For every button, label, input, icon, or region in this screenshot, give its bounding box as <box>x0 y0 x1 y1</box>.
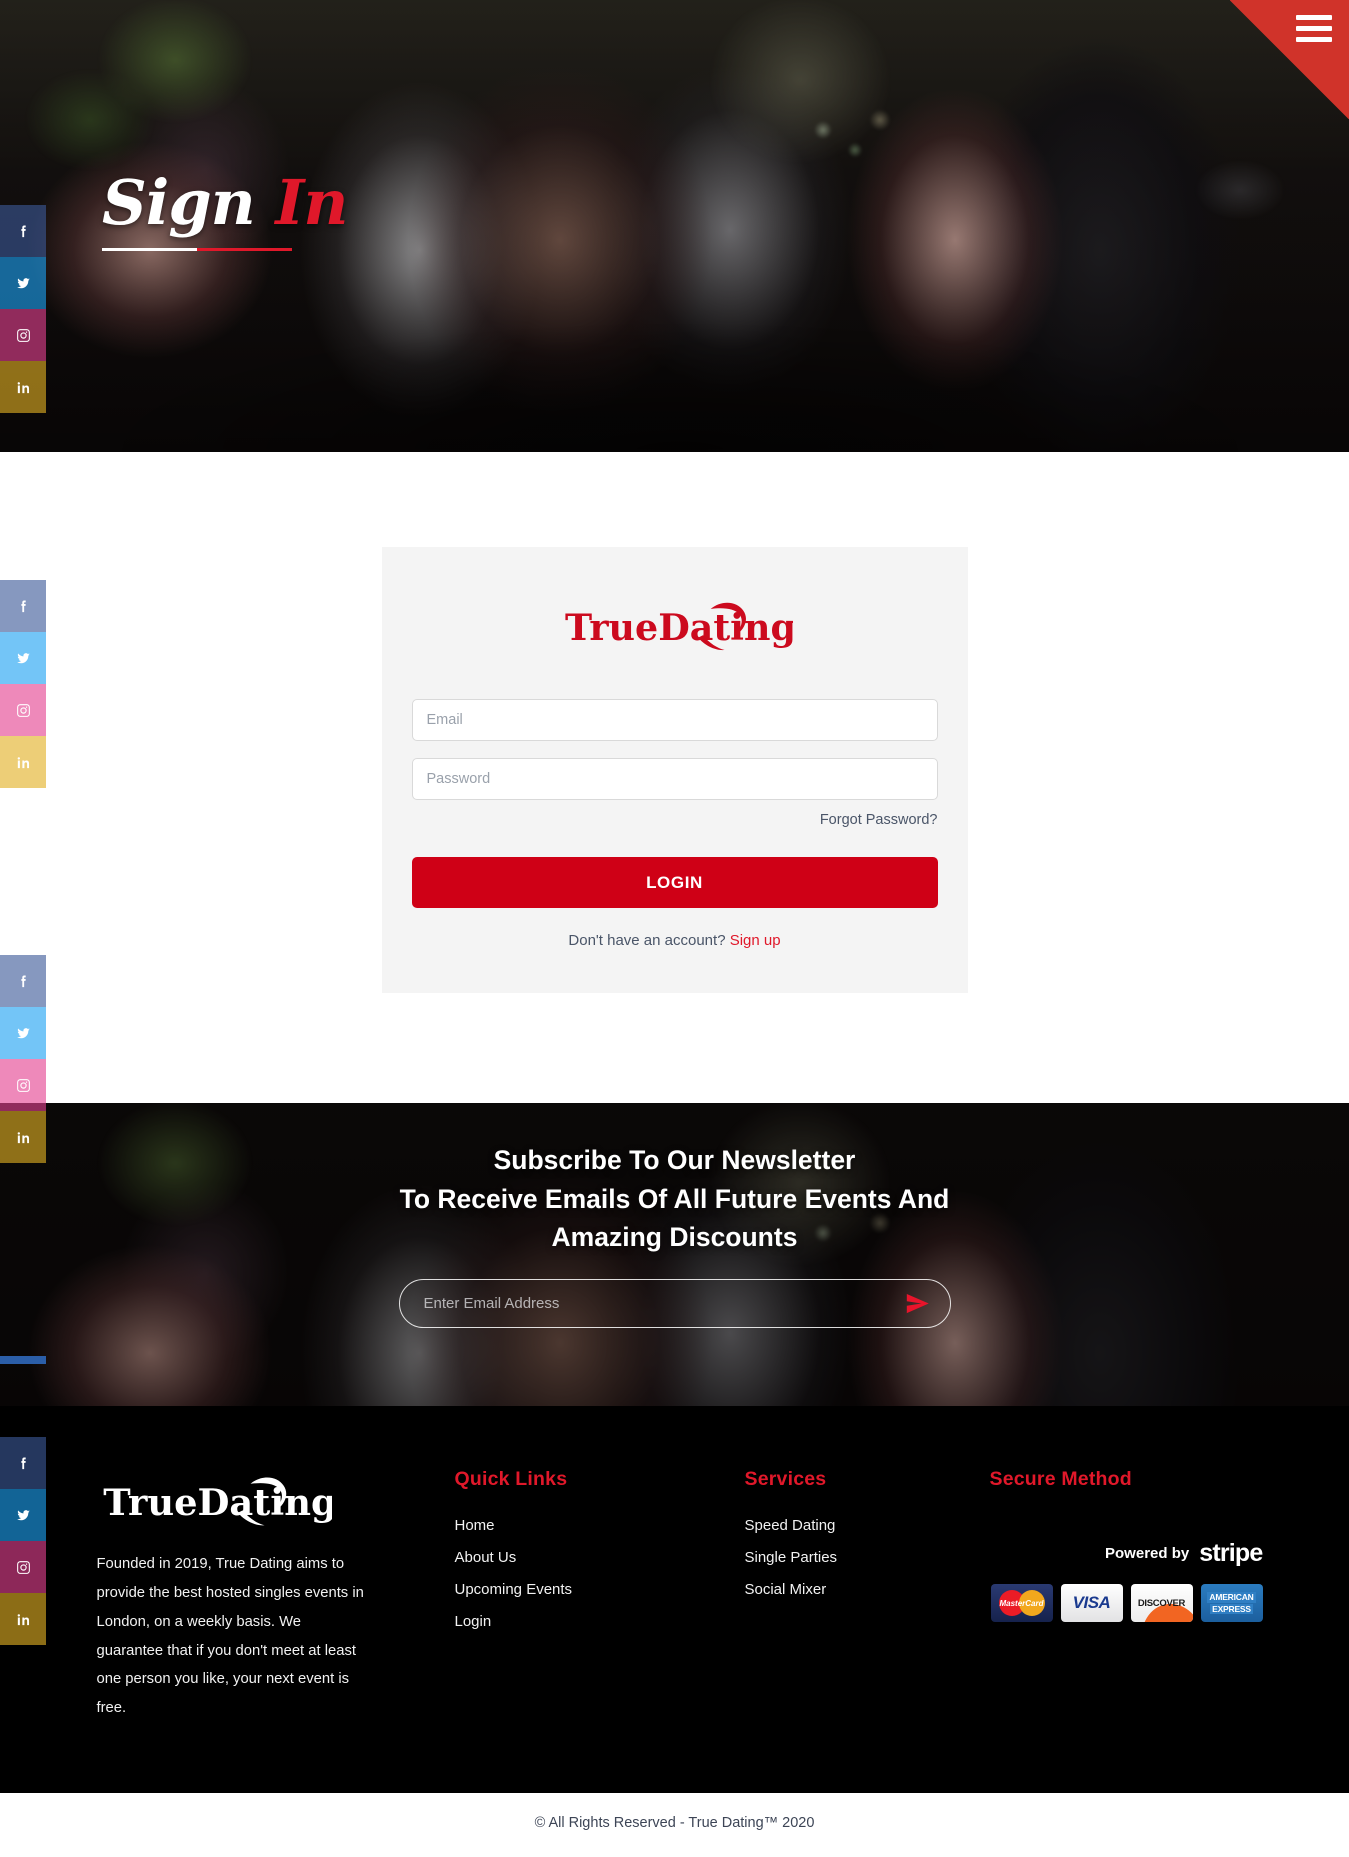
facebook-icon[interactable] <box>0 205 46 257</box>
linkedin-icon[interactable] <box>0 1111 46 1163</box>
newsletter-heading: Subscribe To Our Newsletter To Receive E… <box>0 1141 1349 1257</box>
forgot-password-row: Forgot Password? <box>412 811 938 829</box>
secure-method-title: Secure Method <box>989 1468 1132 1490</box>
linkedin-icon[interactable] <box>0 736 46 788</box>
discover-label: DISCOVER <box>1137 1597 1186 1609</box>
page-root: Sign In TrueDating Email Forgot Password… <box>0 0 1349 1857</box>
quick-link-login[interactable]: Login <box>455 1613 492 1630</box>
title-underline <box>102 248 292 251</box>
mastercard-icon: MasterCard <box>990 1584 1053 1622</box>
service-link-single-parties[interactable]: Single Parties <box>745 1549 838 1566</box>
footer-quick-links-column: Quick Links Home About Us Upcoming Event… <box>455 1468 745 1723</box>
svg-text:TrueDating: TrueDating <box>564 606 792 649</box>
newsletter-submit-button[interactable] <box>904 1290 931 1317</box>
instagram-icon[interactable] <box>0 1541 46 1593</box>
newsletter-heading-line1: Subscribe To Our Newsletter <box>493 1145 856 1175</box>
linkedin-icon[interactable] <box>0 1593 46 1645</box>
service-link-social-mixer[interactable]: Social Mixer <box>745 1581 827 1598</box>
newsletter-email-input[interactable] <box>398 1279 951 1329</box>
social-rail-middle[interactable] <box>0 580 46 788</box>
services-title: Services <box>744 1468 827 1490</box>
list-item: Single Parties <box>745 1549 990 1567</box>
hamburger-menu-icon[interactable] <box>1296 15 1332 42</box>
password-input[interactable] <box>411 758 938 800</box>
newsletter-heading-line3: Amazing Discounts <box>551 1222 798 1253</box>
accepted-cards-row: MasterCard VISA DISCOVER AMERICAN EXPRES… <box>990 1584 1265 1622</box>
twitter-icon[interactable] <box>0 1007 46 1059</box>
facebook-icon[interactable] <box>0 580 46 632</box>
facebook-icon[interactable] <box>0 955 46 1007</box>
svg-text:TrueDating: TrueDating <box>103 1480 332 1524</box>
copyright-bar: © All Rights Reserved - True Dating™ 202… <box>0 1793 1349 1857</box>
mastercard-label: MasterCard <box>999 1598 1044 1608</box>
footer-brand-column: TrueDating Founded in 2019, True Dating … <box>85 1468 455 1723</box>
social-rail-accent-strip <box>0 1356 46 1364</box>
newsletter-heading-line2: To Receive Emails Of All Future Events A… <box>399 1183 950 1214</box>
stripe-badge: Powered by stripe <box>990 1539 1265 1568</box>
quick-link-upcoming-events[interactable]: Upcoming Events <box>455 1581 573 1598</box>
twitter-icon[interactable] <box>0 632 46 684</box>
list-item: Home <box>455 1517 745 1535</box>
instagram-icon[interactable] <box>0 684 46 736</box>
instagram-icon[interactable] <box>0 1059 46 1111</box>
social-rail-footer[interactable] <box>0 1437 46 1645</box>
page-title-word-sign: Sign <box>102 166 256 239</box>
login-card: TrueDating Forgot Password? LOGIN Don't … <box>381 547 968 993</box>
sign-up-link[interactable]: Sign up <box>730 932 781 949</box>
page-title-word-in: In <box>275 166 348 239</box>
powered-by-label: Powered by <box>1105 1545 1190 1562</box>
page-title: Sign In <box>102 172 348 251</box>
footer-description: Founded in 2019, True Dating aims to pro… <box>96 1556 364 1717</box>
quick-link-home[interactable]: Home <box>455 1517 495 1534</box>
list-item: Login <box>455 1613 745 1631</box>
facebook-icon[interactable] <box>0 1437 46 1489</box>
list-item: Upcoming Events <box>455 1581 745 1599</box>
list-item: Social Mixer <box>745 1581 990 1599</box>
twitter-icon[interactable] <box>0 1489 46 1541</box>
discover-icon: DISCOVER <box>1130 1584 1193 1622</box>
list-item: About Us <box>455 1549 745 1567</box>
hero-section: Sign In <box>0 0 1349 452</box>
footer-secure-method-column: Secure Method Powered by stripe MasterCa… <box>990 1468 1265 1723</box>
email-input[interactable] <box>411 699 938 741</box>
stripe-wordmark: stripe <box>1199 1539 1263 1567</box>
truedating-logo-footer: TrueDating <box>103 1477 332 1526</box>
menu-button[interactable] <box>1230 0 1349 119</box>
service-link-speed-dating[interactable]: Speed Dating <box>745 1517 836 1534</box>
signup-prompt-row: Don't have an account? Sign up <box>412 932 938 949</box>
newsletter-form <box>398 1279 951 1329</box>
quick-links-title: Quick Links <box>454 1468 568 1490</box>
truedating-logo: TrueDating <box>564 602 793 651</box>
footer-services-column: Services Speed Dating Single Parties Soc… <box>745 1468 990 1723</box>
amex-icon: AMERICAN EXPRESS <box>1200 1584 1263 1622</box>
newsletter-section: Subscribe To Our Newsletter To Receive E… <box>0 1103 1349 1406</box>
social-rail-hero[interactable] <box>0 205 46 413</box>
twitter-icon[interactable] <box>0 257 46 309</box>
footer: TrueDating Founded in 2019, True Dating … <box>0 1406 1349 1794</box>
signup-prompt-text: Don't have an account? <box>568 932 726 949</box>
amex-label-line1: AMERICAN <box>1207 1591 1256 1603</box>
linkedin-icon[interactable] <box>0 361 46 413</box>
quick-link-about-us[interactable]: About Us <box>455 1549 517 1566</box>
login-section: TrueDating Forgot Password? LOGIN Don't … <box>0 452 1349 1103</box>
social-rail-lower[interactable] <box>0 955 46 1163</box>
visa-label: VISA <box>1072 1593 1111 1612</box>
login-button[interactable]: LOGIN <box>411 857 938 908</box>
visa-icon: VISA <box>1060 1584 1123 1622</box>
amex-label-line2: EXPRESS <box>1210 1603 1253 1615</box>
instagram-icon[interactable] <box>0 309 46 361</box>
list-item: Speed Dating <box>745 1517 990 1535</box>
paper-plane-icon <box>906 1294 929 1314</box>
forgot-password-link[interactable]: Forgot Password? <box>820 812 938 828</box>
